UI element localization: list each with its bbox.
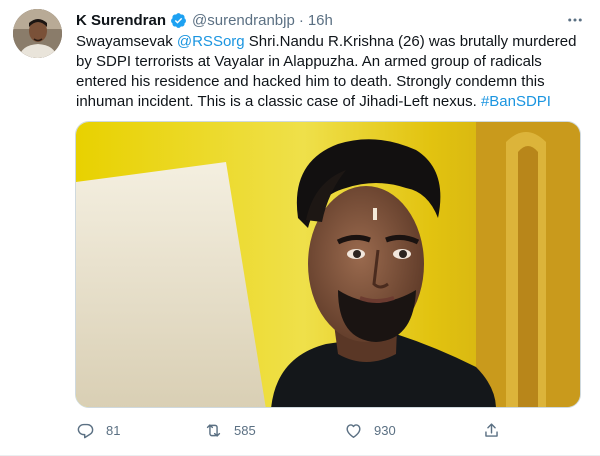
tweet-actions: 81 585 930 (76, 419, 506, 441)
share-icon (485, 422, 498, 437)
more-icon[interactable] (564, 10, 586, 30)
reply-icon (77, 423, 94, 438)
author-handle[interactable]: @surendranbjp (192, 12, 295, 29)
avatar[interactable] (13, 9, 62, 58)
reply-button[interactable]: 81 (76, 419, 120, 441)
tweet-text-part-1: Swayamsevak (76, 33, 177, 50)
like-button[interactable]: 930 (344, 419, 396, 441)
mention-link[interactable]: @RSSorg (177, 33, 245, 50)
heart-icon (346, 423, 361, 438)
retweet-button[interactable]: 585 (204, 419, 256, 441)
tweet-header: K Surendran @surendranbjp · 16h (76, 10, 586, 30)
retweet-count: 585 (234, 422, 256, 438)
reply-count: 81 (106, 422, 121, 438)
separator-dot: · (298, 11, 304, 29)
like-count: 930 (374, 422, 396, 438)
retweet-icon (206, 423, 221, 437)
tweet-timestamp[interactable]: 16h (308, 12, 333, 29)
tweet-text: Swayamsevak @RSSorg Shri.Nandu R.Krishna… (76, 32, 586, 112)
hashtag-link[interactable]: #BanSDPI (481, 93, 551, 110)
tweet-card[interactable]: K Surendran @surendranbjp · 16h Swayamse… (0, 0, 600, 456)
share-button[interactable] (482, 419, 501, 441)
tweet-photo[interactable] (75, 121, 581, 408)
verified-badge-icon (170, 12, 187, 29)
author-name[interactable]: K Surendran (76, 12, 166, 29)
